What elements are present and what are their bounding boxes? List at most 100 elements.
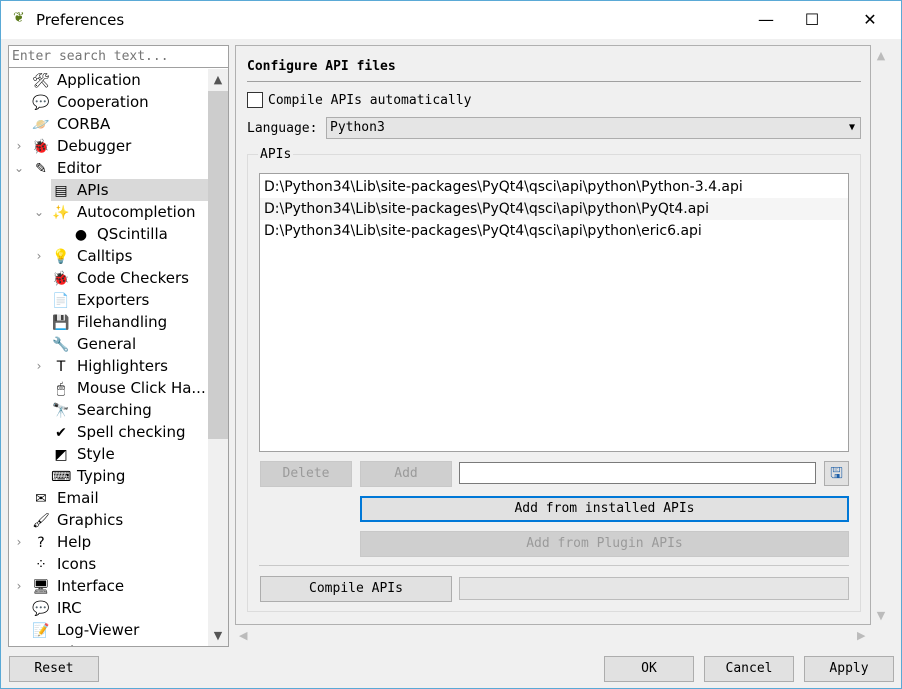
tree-item[interactable]: ⌄ ✨ Autocompletion: [34, 201, 208, 223]
tree-item[interactable]: 🐞 Code Checkers: [51, 267, 208, 289]
scroll-down-icon[interactable]: ▼: [208, 629, 228, 642]
tree-item[interactable]: 💬 IRC: [31, 597, 208, 619]
tree-item-label: CORBA: [57, 115, 111, 133]
page-title: Configure API files: [247, 59, 396, 74]
binoculars-icon: 🔭: [52, 402, 70, 419]
monitor-icon: 🖥: [32, 578, 50, 595]
add-button[interactable]: Add: [360, 461, 452, 487]
api-file-input[interactable]: [459, 462, 816, 484]
tree-item-label: Mouse Click Ha...: [77, 379, 206, 397]
tree-item[interactable]: ● QScintilla: [71, 223, 208, 245]
tree-item[interactable]: 🔧 General: [51, 333, 208, 355]
add-installed-apis-button[interactable]: Add from installed APIs: [360, 496, 849, 522]
apis-icon: ▤: [54, 182, 68, 199]
reset-button[interactable]: Reset: [9, 656, 99, 682]
tree-item-label: Email: [57, 489, 99, 507]
tree-item[interactable]: 🛠 Application: [31, 69, 208, 91]
wrench-icon: 🔧: [52, 336, 70, 353]
log-icon: 📝: [32, 622, 50, 639]
tree-item-label: Icons: [57, 555, 97, 573]
panel-vertical-scrollbar[interactable]: ▲ ▼: [871, 45, 891, 625]
file-icon: ▭: [31, 644, 51, 647]
tree-item[interactable]: › 🐞 Debugger: [17, 135, 208, 157]
chevron-right-icon[interactable]: ›: [33, 245, 45, 267]
compile-progress-bar: [459, 577, 849, 600]
api-files-list[interactable]: D:\Python34\Lib\site-packages\PyQt4\qsci…: [259, 173, 849, 452]
list-item[interactable]: D:\Python34\Lib\site-packages\PyQt4\qsci…: [260, 220, 848, 242]
delete-button[interactable]: Delete: [260, 461, 352, 487]
tree-item[interactable]: 📝 Log-Viewer: [31, 619, 208, 641]
tree-item[interactable]: ✉ Email: [31, 487, 208, 509]
tree-item[interactable]: 📄 Exporters: [51, 289, 208, 311]
apply-button[interactable]: Apply: [804, 656, 894, 682]
tree-item-label: Typing: [77, 467, 126, 485]
search-input[interactable]: [9, 46, 228, 68]
scroll-up-icon[interactable]: ▲: [871, 49, 891, 62]
panel-horizontal-scrollbar[interactable]: ◀ ▶: [235, 625, 871, 647]
tree-item-label: Filehandling: [77, 313, 168, 331]
sidebar: 🛠 Application 💬 Cooperation 🪐 CORBA › 🐞 Debugger…: [8, 45, 229, 647]
chevron-down-icon[interactable]: ⌄: [13, 157, 25, 179]
scrollbar-thumb[interactable]: [208, 91, 228, 439]
tree-item[interactable]: 🔭 Searching: [51, 399, 208, 421]
tree-item-label: Highlighters: [77, 357, 168, 375]
divider: [259, 565, 849, 566]
ok-button[interactable]: OK: [604, 656, 694, 682]
tree-item[interactable]: › T Highlighters: [37, 355, 208, 377]
tree-item[interactable]: ⁘ Icons: [31, 553, 208, 575]
tree-item-label: Cooperation: [57, 93, 149, 111]
tree-item[interactable]: 🖌 Graphics: [31, 509, 208, 531]
maximize-button[interactable]: ☐: [789, 7, 835, 33]
tree-item[interactable]: ▭ Mi...: [31, 641, 208, 647]
tree-item-label: APIs: [77, 181, 109, 199]
tree-item[interactable]: › 💡 Calltips: [37, 245, 208, 267]
scroll-left-icon[interactable]: ◀: [239, 629, 247, 642]
bug-icon: 🐞: [32, 138, 50, 155]
language-value: Python3: [330, 120, 385, 135]
window-title: Preferences: [36, 11, 125, 29]
tree-item-label: Interface: [57, 577, 125, 595]
export-icon: 📄: [52, 292, 70, 309]
tree-item[interactable]: 🖱 Mouse Click Ha...: [51, 377, 208, 399]
minimize-button[interactable]: —: [743, 7, 789, 33]
application-icon: 🛠: [32, 72, 50, 89]
chevron-right-icon[interactable]: ›: [13, 531, 25, 553]
tree-item[interactable]: ◩ Style: [51, 443, 208, 465]
tree-item[interactable]: 💬 Cooperation: [31, 91, 208, 113]
tree-item[interactable]: 💾 Filehandling: [51, 311, 208, 333]
style-icon: ◩: [54, 446, 68, 463]
scroll-down-icon[interactable]: ▼: [871, 609, 891, 622]
cancel-button[interactable]: Cancel: [704, 656, 794, 682]
tree-item[interactable]: ⌄ ✎ Editor: [14, 157, 208, 179]
floppy-icon: 💾: [52, 314, 70, 331]
tree-item[interactable]: › 🖥 Interface: [17, 575, 208, 597]
brushes-icon: 🖌: [32, 512, 50, 529]
chevron-right-icon[interactable]: ›: [13, 135, 25, 157]
open-file-button[interactable]: 🖫: [824, 461, 849, 486]
add-plugin-apis-button[interactable]: Add from Plugin APIs: [360, 531, 849, 557]
chevron-right-icon[interactable]: ›: [13, 575, 25, 597]
chevron-right-icon[interactable]: ›: [33, 355, 45, 377]
title-bar: ❦ Preferences — ☐ ✕: [1, 1, 901, 39]
scroll-right-icon[interactable]: ▶: [857, 629, 865, 642]
compile-auto-checkbox[interactable]: [247, 92, 263, 108]
scroll-up-icon[interactable]: ▲: [208, 73, 228, 86]
tree-item[interactable]: ✔ Spell checking: [51, 421, 208, 443]
chevron-down-icon[interactable]: ⌄: [33, 201, 45, 223]
tree-item-label: Code Checkers: [77, 269, 189, 287]
tree-item[interactable]: 🪐 CORBA: [31, 113, 208, 135]
list-item[interactable]: D:\Python34\Lib\site-packages\PyQt4\qsci…: [260, 176, 848, 198]
tree-item-label: Autocompletion: [77, 203, 196, 221]
chevron-down-icon: ▼: [848, 122, 855, 133]
tree-item[interactable]: ⌨ Typing: [51, 465, 208, 487]
sidebar-scrollbar[interactable]: ▲ ▼: [208, 69, 228, 646]
editor-icon: ✎: [35, 160, 47, 177]
compile-apis-button[interactable]: Compile APIs: [260, 576, 452, 602]
icons-icon: ⁘: [35, 556, 47, 573]
list-item[interactable]: D:\Python34\Lib\site-packages\PyQt4\qsci…: [260, 198, 848, 220]
tree-item[interactable]: ▤ APIs: [51, 179, 208, 201]
divider: [247, 81, 861, 82]
close-button[interactable]: ✕: [847, 7, 893, 33]
language-select[interactable]: Python3 ▼: [326, 117, 861, 139]
tree-item[interactable]: ›? Help: [17, 531, 208, 553]
